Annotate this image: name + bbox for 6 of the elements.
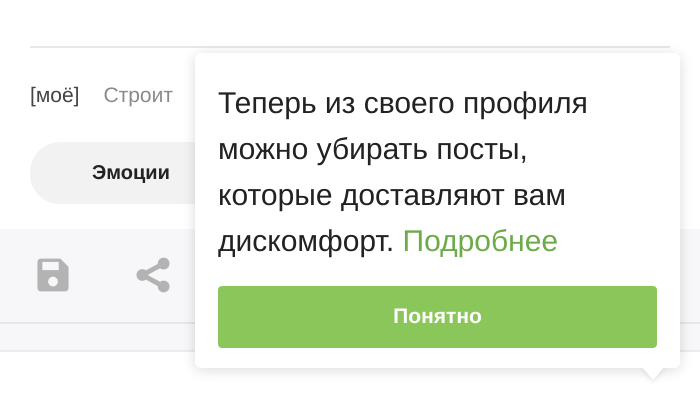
more-link[interactable]: Подробнее	[402, 225, 558, 258]
got-it-button[interactable]: Понятно	[218, 286, 657, 348]
tag-link[interactable]: Строит	[103, 80, 173, 112]
share-icon[interactable]	[135, 257, 171, 293]
tag-link[interactable]: [моё]	[30, 80, 80, 112]
save-icon[interactable]	[35, 257, 71, 293]
